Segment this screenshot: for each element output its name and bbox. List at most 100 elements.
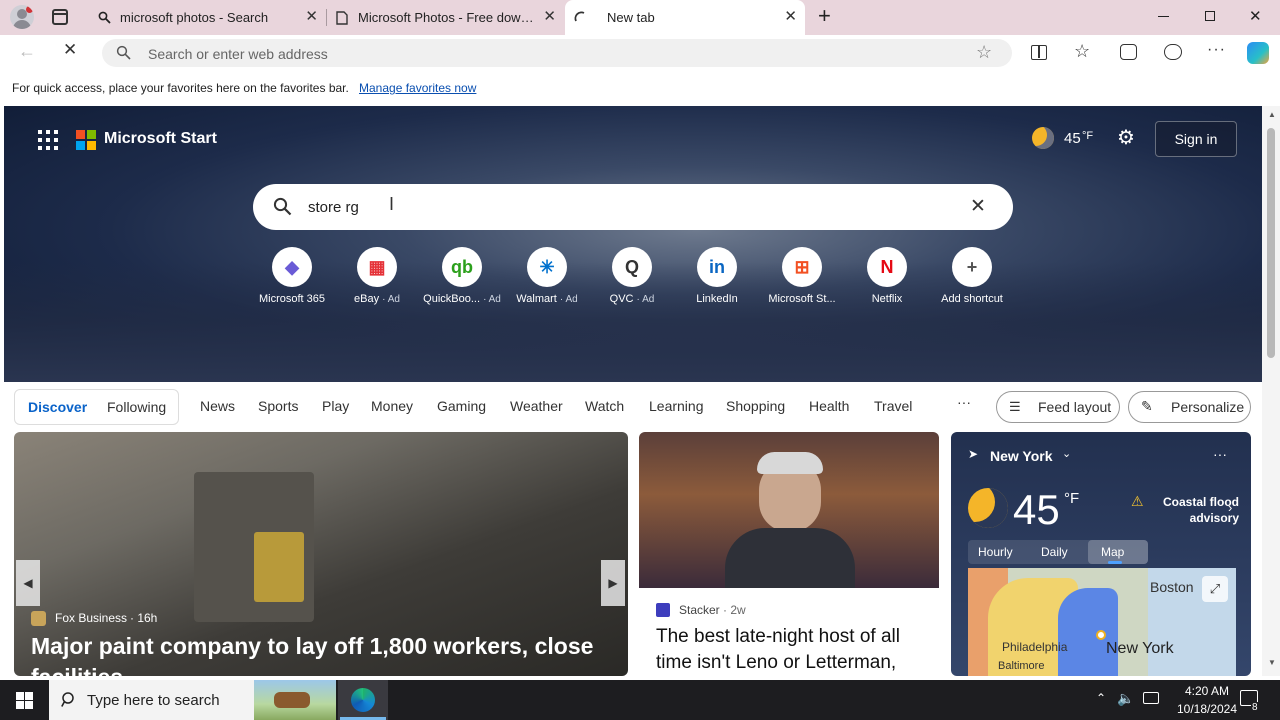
card-headline[interactable]: The best late-night host of all time isn…	[656, 624, 932, 676]
start-button[interactable]	[16, 692, 33, 709]
stop-loading-button[interactable]: ✕	[63, 40, 77, 60]
shortcut-8[interactable]: N Netflix	[845, 247, 929, 305]
web-search-box[interactable]: store rg I ✕	[253, 184, 1013, 230]
manage-favorites-link[interactable]: Manage favorites now	[359, 81, 476, 95]
tab-microsoft-photos-search[interactable]: microsoft photos - Search ✕	[86, 0, 326, 35]
nav-item-sports[interactable]: Sports	[258, 398, 298, 414]
map-location-dot	[1096, 630, 1106, 640]
hero-background: Microsoft Start 45 °F ⚙ Sign in store rg…	[4, 106, 1262, 382]
search-input[interactable]: store rg	[308, 199, 359, 216]
app-launcher-icon[interactable]	[38, 130, 58, 150]
nav-item-news[interactable]: News	[200, 398, 235, 414]
sign-in-button[interactable]: Sign in	[1155, 121, 1237, 157]
shortcut-6[interactable]: in LinkedIn	[675, 247, 759, 305]
close-tab-icon[interactable]: ✕	[784, 9, 797, 25]
taskbar-search-input[interactable]: Type here to search	[87, 692, 220, 709]
weather-card[interactable]: ➤ New York ⌄ ··· 45 °F ⚠ Coastal flood a…	[951, 432, 1251, 676]
more-options-icon[interactable]: ···	[1207, 41, 1226, 59]
address-input[interactable]: Search or enter web address	[148, 46, 328, 62]
collections-icon[interactable]	[1120, 44, 1137, 60]
scrollbar-thumb[interactable]	[1267, 128, 1275, 358]
image-yellow-part	[254, 532, 304, 602]
tab-new-tab[interactable]: New tab ✕	[565, 0, 805, 35]
shortcut-9[interactable]: + Add shortcut	[930, 247, 1014, 305]
tab-map[interactable]: Map	[1101, 545, 1124, 559]
tab-microsoft-photos-download[interactable]: Microsoft Photos - Free download ✕	[326, 0, 564, 35]
nav-item-play[interactable]: Play	[322, 398, 349, 414]
nav-item-weather[interactable]: Weather	[510, 398, 563, 414]
warning-icon: ⚠	[1131, 493, 1144, 509]
map-label-philadelphia: Philadelphia	[1002, 640, 1068, 654]
more-options-icon[interactable]: ···	[1213, 446, 1227, 462]
moon-icon	[968, 488, 1008, 528]
weather-map[interactable]: Boston Philadelphia New York Baltimore ⤢	[968, 568, 1236, 676]
split-screen-icon[interactable]	[1031, 45, 1047, 60]
back-button[interactable]: ←	[18, 41, 36, 62]
profile-avatar[interactable]	[10, 5, 34, 29]
close-window-button[interactable]: ✕	[1249, 7, 1262, 25]
network-icon[interactable]	[1143, 692, 1159, 704]
card-age: · 16h	[130, 611, 158, 625]
edge-taskbar-icon[interactable]	[338, 680, 388, 720]
close-tab-icon[interactable]: ✕	[305, 9, 318, 25]
close-tab-icon[interactable]: ✕	[543, 9, 556, 25]
tab-title: Microsoft Photos - Free download	[358, 10, 536, 25]
settings-gear-icon[interactable]: ⚙	[1117, 128, 1135, 148]
expand-map-icon[interactable]: ⤢	[1202, 576, 1228, 602]
new-tab-button[interactable]: +	[818, 4, 831, 28]
shortcut-4[interactable]: ✳ Walmart · Ad	[505, 247, 589, 305]
shortcut-5[interactable]: Q QVC · Ad	[590, 247, 674, 305]
page-scrollbar[interactable]: ▲ ▼	[1262, 106, 1280, 676]
search-highlight-image	[254, 680, 336, 720]
shortcut-1[interactable]: ◆ Microsoft 365	[250, 247, 334, 305]
brand-title[interactable]: Microsoft Start	[104, 130, 217, 148]
tab-actions-icon[interactable]	[52, 9, 68, 25]
text-cursor-icon: I	[389, 194, 395, 214]
minimize-button[interactable]	[1158, 16, 1169, 17]
carousel-next-button[interactable]: ▶	[601, 560, 625, 606]
notification-count: 8	[1251, 702, 1259, 713]
copilot-icon[interactable]	[1247, 42, 1269, 64]
clear-search-icon[interactable]: ✕	[970, 195, 986, 218]
restore-button[interactable]	[1205, 11, 1215, 21]
more-nav-icon[interactable]: ···	[957, 394, 971, 410]
favorites-icon[interactable]: ☆	[1074, 41, 1090, 62]
search-icon	[96, 10, 112, 26]
nav-item-learning[interactable]: Learning	[649, 398, 704, 414]
news-card-large[interactable]: ◀ ▶ Fox Business · 16h Major paint compa…	[14, 432, 628, 676]
nav-item-gaming[interactable]: Gaming	[437, 398, 486, 414]
favorite-star-icon[interactable]: ☆	[976, 42, 992, 63]
shortcut-7[interactable]: ⊞ Microsoft St...	[760, 247, 844, 305]
shortcut-icon: ▦	[357, 247, 397, 287]
clock-time[interactable]: 4:20 AM	[1172, 684, 1242, 698]
weather-unit: °F	[1064, 490, 1080, 507]
tab-following[interactable]: Following	[107, 399, 166, 415]
clock-date[interactable]: 10/18/2024	[1168, 702, 1246, 716]
shortcut-2[interactable]: ▦ eBay · Ad	[335, 247, 419, 305]
address-bar[interactable]: Search or enter web address ☆	[102, 39, 1012, 67]
taskbar-search-box[interactable]: Type here to search	[49, 680, 336, 720]
personalize-button[interactable]: ✎ Personalize	[1128, 391, 1251, 423]
nav-item-health[interactable]: Health	[809, 398, 849, 414]
tab-hourly[interactable]: Hourly	[978, 545, 1013, 559]
chevron-right-icon[interactable]: ›	[1228, 500, 1232, 515]
carousel-prev-button[interactable]: ◀	[16, 560, 40, 606]
nav-item-travel[interactable]: Travel	[874, 398, 912, 414]
weather-alert[interactable]: Coastal flood advisory	[1144, 494, 1239, 526]
chevron-down-icon[interactable]: ⌄	[1062, 447, 1071, 460]
nav-item-watch[interactable]: Watch	[585, 398, 624, 414]
shortcut-3[interactable]: qb QuickBoo... · Ad	[420, 247, 504, 305]
header-temperature[interactable]: 45	[1064, 130, 1081, 147]
volume-muted-icon[interactable]: 🔈	[1117, 690, 1134, 707]
browser-essentials-icon[interactable]	[1164, 44, 1182, 60]
nav-item-money[interactable]: Money	[371, 398, 413, 414]
card-headline[interactable]: Major paint company to lay off 1,800 wor…	[31, 631, 611, 676]
weather-city[interactable]: New York	[990, 448, 1053, 464]
news-card-small[interactable]: Stacker · 2w The best late-night host of…	[639, 432, 939, 676]
tab-discover[interactable]: Discover	[28, 399, 87, 415]
feed-layout-button[interactable]: ☰ Feed layout	[996, 391, 1120, 423]
map-label-baltimore: Baltimore	[998, 660, 1045, 672]
chevron-up-icon[interactable]: ⌃	[1096, 691, 1106, 705]
tab-daily[interactable]: Daily	[1041, 545, 1068, 559]
nav-item-shopping[interactable]: Shopping	[726, 398, 785, 414]
